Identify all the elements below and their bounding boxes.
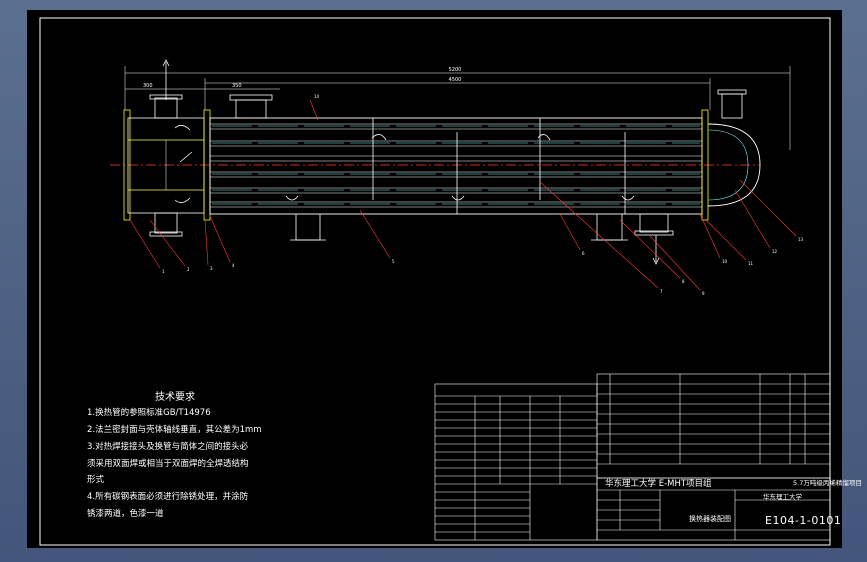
tech-requirement-line: 4.所有碳钢表面必须进行除锈处理，并涂防 [87, 492, 249, 502]
dim-b-text: 350 [232, 83, 242, 89]
nozzle-top-right [717, 89, 747, 119]
nozzle-bottom-left [149, 212, 183, 237]
svg-text:14: 14 [314, 94, 320, 99]
tech-requirement-line: 3.对热焊接接头及换管与简体之间的接头必 [87, 442, 249, 452]
title-block-organization: 华东理工大学 E-MHT项目组 [605, 479, 712, 489]
dim-a-text: 300 [143, 83, 153, 89]
svg-text:10: 10 [722, 259, 728, 264]
title-block-company: 华东理工大学 [763, 493, 802, 501]
drawing-sheet[interactable]: 5200 4500 300 350 1 2 3 4 5 6 7 8 9 10 1… [27, 10, 862, 548]
design-data-table [434, 383, 598, 541]
tech-requirement-line: 2.法兰密封面与壳体轴线垂直，其公差为1mm [87, 425, 262, 435]
title-block-drawing-name: 换热器装配图 [689, 515, 731, 523]
tube-bundle [210, 123, 702, 208]
dim-overall-text: 5200 [449, 67, 462, 73]
svg-text:11: 11 [748, 261, 754, 266]
svg-text:6: 6 [582, 251, 585, 256]
callout-labels: 1 2 3 4 5 6 7 8 9 10 11 12 13 14 [162, 94, 804, 296]
tech-requirement-line: 1.换热管的参照标准GB/T14976 [87, 408, 211, 418]
svg-text:8: 8 [682, 279, 685, 284]
leader-lines [129, 99, 797, 291]
svg-text:5: 5 [392, 259, 395, 264]
flow-arrows [162, 59, 660, 265]
svg-text:13: 13 [798, 237, 804, 242]
cad-viewport[interactable]: 5200 4500 300 350 1 2 3 4 5 6 7 8 9 10 1… [0, 0, 867, 562]
nozzle-bottom-shell [634, 213, 674, 236]
saddle-left [290, 214, 326, 241]
title-block-project: 5.7万吨级丙烯精馏项目 [793, 479, 862, 487]
svg-text:7: 7 [660, 289, 663, 294]
svg-text:2: 2 [187, 267, 190, 272]
svg-text:9: 9 [702, 291, 705, 296]
title-block-drawing-number: E104-1-0101 [765, 514, 842, 527]
dim-tube-text: 4500 [449, 77, 462, 83]
baffles [372, 118, 626, 214]
svg-text:4: 4 [232, 263, 235, 268]
tech-requirements-title: 技术要求 [155, 392, 195, 403]
tech-requirement-line: 锈漆两道，色漆一道 [87, 509, 164, 519]
tech-requirement-line: 形式 [87, 475, 105, 485]
nozzle-top-shell [229, 94, 273, 119]
svg-text:12: 12 [772, 249, 778, 254]
saddle-right [591, 214, 628, 241]
svg-text:1: 1 [162, 269, 165, 274]
parts-list [596, 373, 831, 479]
svg-text:3: 3 [210, 266, 213, 271]
tech-requirement-line: 须采用双面焊或相当于双面焊的全焊透结构 [87, 459, 249, 469]
u-bend-head [707, 123, 761, 207]
